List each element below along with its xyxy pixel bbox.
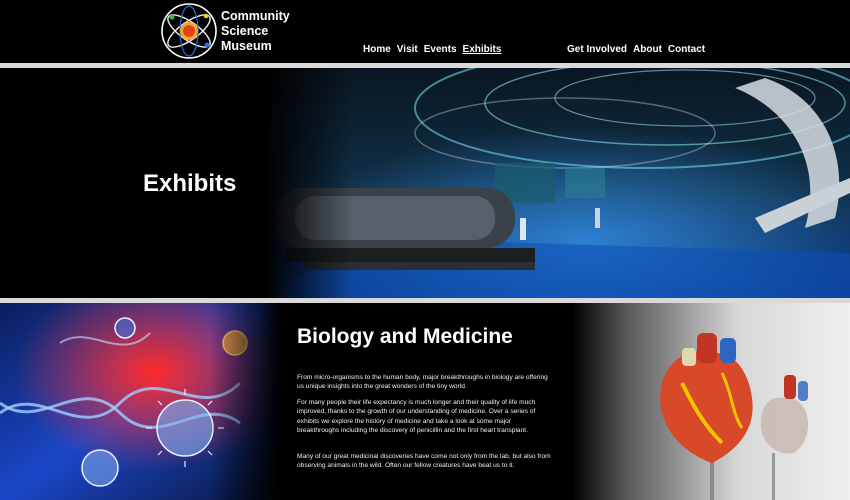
nav-home[interactable]: Home bbox=[363, 44, 391, 55]
main-nav: Home Visit Events Exhibits bbox=[363, 44, 501, 55]
virus-dna-image bbox=[0, 303, 280, 500]
hero-title: Exhibits bbox=[143, 170, 237, 197]
logo-wordmark[interactable]: Community Science Museum bbox=[221, 9, 290, 54]
nav-events[interactable]: Events bbox=[424, 44, 457, 55]
biology-section: Biology and Medicine From micro-organism… bbox=[0, 303, 850, 500]
logo-line-1: Community bbox=[221, 9, 290, 23]
section-paragraph-3: Many of our great medicinal discoveries … bbox=[297, 453, 551, 470]
heart-model-image bbox=[572, 303, 850, 500]
nav-get-involved[interactable]: Get Involved bbox=[567, 44, 627, 55]
site-header: Community Science Museum Home Visit Even… bbox=[0, 0, 850, 63]
section-title: Biology and Medicine bbox=[297, 325, 513, 348]
section-paragraph-2: For many people their life expectancy is… bbox=[297, 399, 536, 434]
logo-line-3: Museum bbox=[221, 39, 272, 53]
hero-banner: Exhibits bbox=[0, 68, 850, 298]
logo-line-2: Science bbox=[221, 24, 269, 38]
atom-logo-icon[interactable] bbox=[160, 2, 218, 60]
nav-about[interactable]: About bbox=[633, 44, 662, 55]
secondary-nav: Get Involved About Contact bbox=[567, 44, 705, 55]
exhibit-hall-image bbox=[265, 68, 850, 298]
nav-visit[interactable]: Visit bbox=[397, 44, 418, 55]
section-paragraph-1: From micro-organisms to the human body, … bbox=[297, 374, 548, 391]
nav-exhibits[interactable]: Exhibits bbox=[463, 44, 502, 55]
nav-contact[interactable]: Contact bbox=[668, 44, 705, 55]
